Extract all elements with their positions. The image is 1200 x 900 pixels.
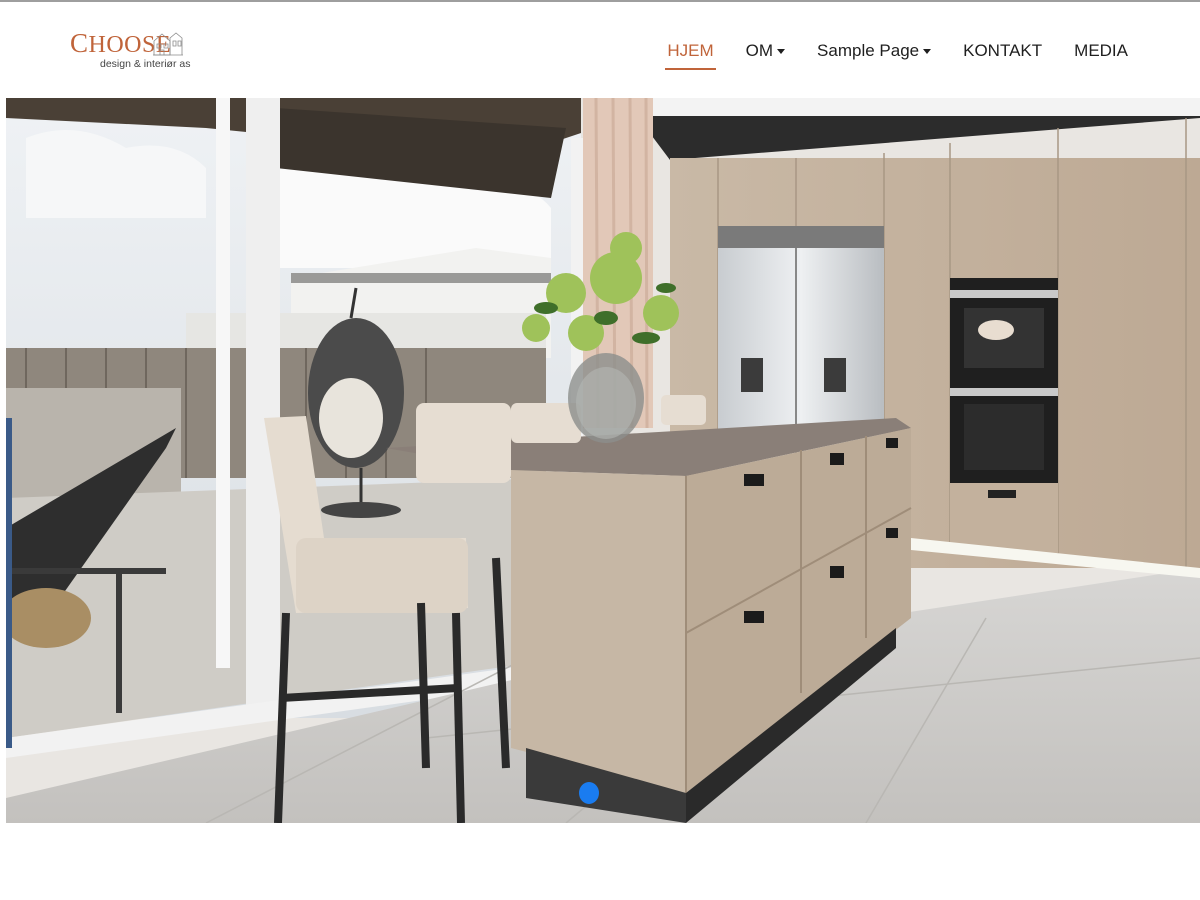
nav-item-media[interactable]: MEDIA xyxy=(1074,38,1128,64)
nav-label-sample-page: Sample Page xyxy=(817,41,920,60)
nav-item-hjem[interactable]: HJEM xyxy=(665,38,716,70)
site-header: CHOOSE design & interiør as HJEM OM Samp… xyxy=(0,2,1200,98)
nav-item-kontakt[interactable]: KONTAKT xyxy=(963,38,1042,64)
hero-carousel[interactable] xyxy=(6,98,1200,823)
carousel-indicators xyxy=(579,782,631,804)
nav-item-sample-page[interactable]: Sample Page xyxy=(817,38,932,64)
carousel-dot-1[interactable] xyxy=(579,782,599,804)
house-sketch-icon xyxy=(153,32,183,56)
nav-label-kontakt: KONTAKT xyxy=(963,41,1043,60)
site-logo[interactable]: CHOOSE design & interiør as xyxy=(68,30,191,76)
caret-down-icon xyxy=(923,49,932,54)
carousel-dot-2[interactable] xyxy=(605,782,625,804)
nav-item-om[interactable]: OM xyxy=(745,38,786,64)
page-below-hero xyxy=(0,823,1200,900)
logo-tagline: design & interiør as xyxy=(100,58,191,70)
nav-label-om: OM xyxy=(745,41,774,60)
caret-down-icon xyxy=(777,49,786,54)
nav-label-media: MEDIA xyxy=(1074,41,1128,60)
nav-label-hjem: HJEM xyxy=(667,41,714,60)
kitchen-slide-image xyxy=(6,98,1200,823)
main-navigation: HJEM OM Sample Page KONTAKT MEDIA xyxy=(635,38,1128,78)
